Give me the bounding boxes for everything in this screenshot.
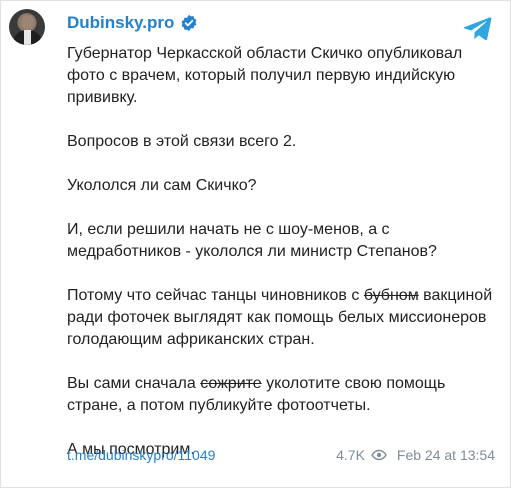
message-paragraph: Вы сами сначала сожрите уколотите свою п… [67, 373, 497, 417]
post-message: Губернатор Черкасской области Скичко опу… [67, 43, 497, 461]
text-segment: Потому что сейчас танцы чиновников с [67, 287, 364, 304]
message-paragraph: Укололся ли сам Скичко? [67, 177, 257, 194]
avatar-shirt [24, 30, 31, 45]
view-count: 4.7K [336, 447, 365, 463]
message-paragraph: Губернатор Черкасской области Скичко опу… [67, 45, 463, 106]
message-paragraph: И, если решили начать не с шоу-менов, а … [67, 221, 437, 260]
eye-icon [371, 449, 387, 461]
post-meta: 4.7K Feb 24 at 13:54 [336, 447, 495, 463]
post-header: Dubinsky.pro [67, 12, 198, 34]
post-timestamp[interactable]: Feb 24 at 13:54 [397, 447, 495, 463]
post-footer: t.me/dubinskypro/11049 4.7K Feb 24 at 13… [67, 445, 495, 465]
avatar-head [21, 15, 34, 30]
verified-badge-icon [181, 14, 197, 32]
avatar[interactable] [9, 9, 45, 45]
message-paragraph: Потому что сейчас танцы чиновников с буб… [67, 285, 497, 351]
telegram-post-card: Dubinsky.pro Губернатор Черкасской облас… [0, 0, 511, 488]
post-link[interactable]: t.me/dubinskypro/11049 [67, 447, 215, 463]
message-paragraph: Вопросов в этой связи всего 2. [67, 133, 297, 150]
strikethrough-text: сожрите [200, 375, 262, 392]
strikethrough-text: бубном [363, 287, 419, 304]
text-segment: Вы сами сначала [67, 375, 201, 392]
telegram-logo-icon[interactable] [464, 15, 492, 41]
channel-name[interactable]: Dubinsky.pro [67, 12, 174, 34]
